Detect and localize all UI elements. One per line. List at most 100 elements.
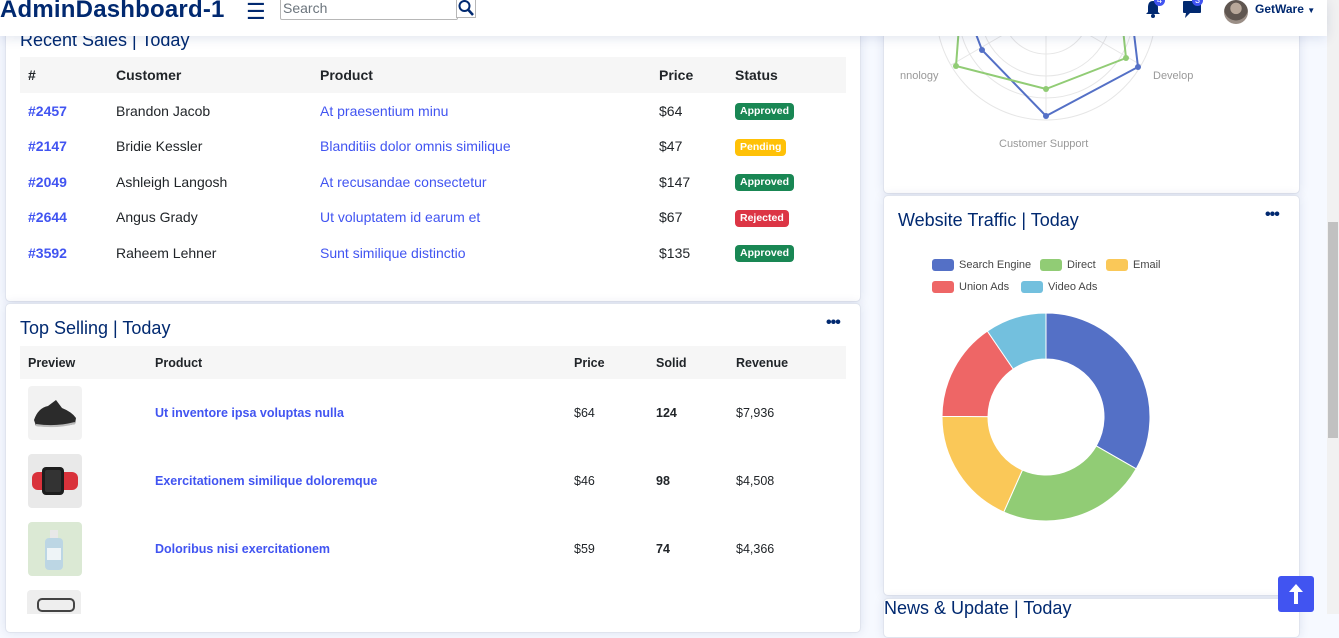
legend-item[interactable]: Email [1106,259,1161,271]
top-selling-title: Top Selling | Today [20,318,171,338]
profile-dropdown[interactable]: GetWare ▼ [1255,2,1315,16]
customer-name: Raheem Lehner [116,244,217,261]
radar-label-right: Develop [1153,70,1193,82]
product-link[interactable]: Blanditiis dolor omnis similique [312,129,651,165]
order-id-link[interactable]: #2644 [20,200,108,236]
price: $64 [659,102,683,119]
column-header: Product [147,346,566,379]
notifications-badge: 4 [1154,0,1166,6]
logo[interactable]: AdminDashboard-1 [0,0,225,24]
search-button[interactable] [456,0,476,18]
search-bar [280,0,458,20]
legend-swatch [1106,259,1128,271]
donut-slice-email[interactable] [941,415,1024,513]
order-id-link[interactable]: #2147 [20,129,108,165]
back-to-top-button[interactable] [1278,576,1314,612]
recent-sales-table: # Customer Product Price Status #2457 Bra… [20,57,846,271]
status-badge: Approved [735,174,795,192]
column-header: Price [651,57,727,93]
radar-label-bottom: Customer Support [999,138,1088,150]
scrollbar-thumb[interactable] [1328,222,1338,438]
table-header-row: Preview Product Price Solid Revenue [20,346,846,379]
caret-down-icon: ▼ [1307,6,1316,15]
product-thumbnail[interactable] [20,379,147,447]
status-cell: Rejected [727,200,846,236]
price: $64 [574,406,595,420]
status-badge: Approved [735,245,795,263]
column-header: Revenue [728,346,846,379]
website-traffic-menu-icon[interactable]: ••• [1265,206,1280,224]
table-header-row: # Customer Product Price Status [20,57,846,93]
product-link[interactable]: Ut inventore ipsa voluptas nulla [147,379,566,447]
table-row-partial [27,590,81,614]
customer-name: Ashleigh Langosh [116,173,228,190]
menu-toggle-icon[interactable]: ☰ [246,0,266,25]
column-header: Solid [648,346,728,379]
legend-item[interactable]: Search Engine [932,259,1031,271]
price: $46 [574,474,595,488]
status-cell: Approved [727,235,846,271]
price: $67 [659,209,683,226]
order-id-link[interactable]: #3592 [20,235,108,271]
news-title: News & Update | Today [884,598,1072,618]
table-row: Doloribus nisi exercitationem $59 74 $4,366 [20,515,846,583]
price: $59 [574,542,595,556]
legend-item[interactable]: Direct [1040,259,1096,271]
price: $135 [659,244,691,261]
table-row: #2049 Ashleigh Langosh At recusandae conse… [20,164,846,200]
sold-count: 98 [656,474,670,488]
revenue: $4,508 [736,474,775,488]
product-thumbnail[interactable] [20,515,147,583]
top-selling-table: Preview Product Price Solid Revenue Ut i… [20,346,846,583]
status-cell: Approved [727,164,846,200]
top-selling-menu-icon[interactable]: ••• [826,314,841,332]
legend-swatch [1040,259,1062,271]
product-link[interactable]: At praesentium minu [312,93,651,129]
table-row: #2457 Brandon Jacob At praesentium minu $64… [20,93,846,129]
sold-count: 74 [656,542,670,556]
product-link[interactable]: Sunt similique distinctio [312,235,651,271]
revenue: $4,366 [736,542,775,556]
price: $147 [659,173,691,190]
column-header: Price [566,346,648,379]
header: AdminDashboard-1 ☰ 4 3 GetWare ▼ [0,0,1327,36]
product-thumbnail[interactable] [20,447,147,515]
customer-name: Brandon Jacob [116,102,211,119]
column-header: # [20,57,108,93]
column-header: Preview [20,346,147,379]
table-row: #2644 Angus Grady Ut voluptatem id earum e… [20,200,846,236]
order-id-link[interactable]: #2049 [20,164,108,200]
order-id-link[interactable]: #2457 [20,93,108,129]
donut-slice-search-engine[interactable] [1045,312,1151,470]
profile-name: GetWare [1255,2,1304,16]
table-row: Ut inventore ipsa voluptas nulla $64 124 $7… [20,379,846,447]
status-badge: Approved [735,103,795,121]
notifications-button[interactable]: 4 [1144,0,1166,23]
product-link[interactable]: Ut voluptatem id earum et [312,200,651,236]
price: $47 [659,138,683,155]
search-input[interactable] [281,0,453,17]
messages-button[interactable]: 3 [1182,0,1204,24]
customer-name: Angus Grady [116,209,198,226]
status-cell: Pending [727,129,846,165]
donut-slice-direct[interactable] [1003,445,1137,522]
legend-label: Email [1133,259,1161,271]
revenue: $7,936 [736,406,775,420]
status-badge: Rejected [735,209,789,227]
product-link[interactable]: Exercitationem similique doloremque [147,447,566,515]
legend-label: Search Engine [959,259,1032,271]
table-row: Exercitationem similique doloremque $46 98… [20,447,846,515]
customer-name: Bridie Kessler [116,138,203,155]
column-header: Customer [108,57,312,93]
avatar[interactable] [1224,0,1248,24]
legend-label: Direct [1067,259,1096,271]
product-link[interactable]: At recusandae consectetur [312,164,651,200]
product-link[interactable]: Doloribus nisi exercitationem [147,515,566,583]
table-row: #2147 Bridie Kessler Blanditiis dolor omni… [20,129,846,165]
traffic-donut-chart [941,312,1151,522]
status-badge: Pending [735,138,787,156]
arrow-up-icon [1289,584,1303,604]
website-traffic-title: Website Traffic | Today [898,210,1079,230]
column-header: Status [727,57,846,93]
column-header: Product [312,57,651,93]
